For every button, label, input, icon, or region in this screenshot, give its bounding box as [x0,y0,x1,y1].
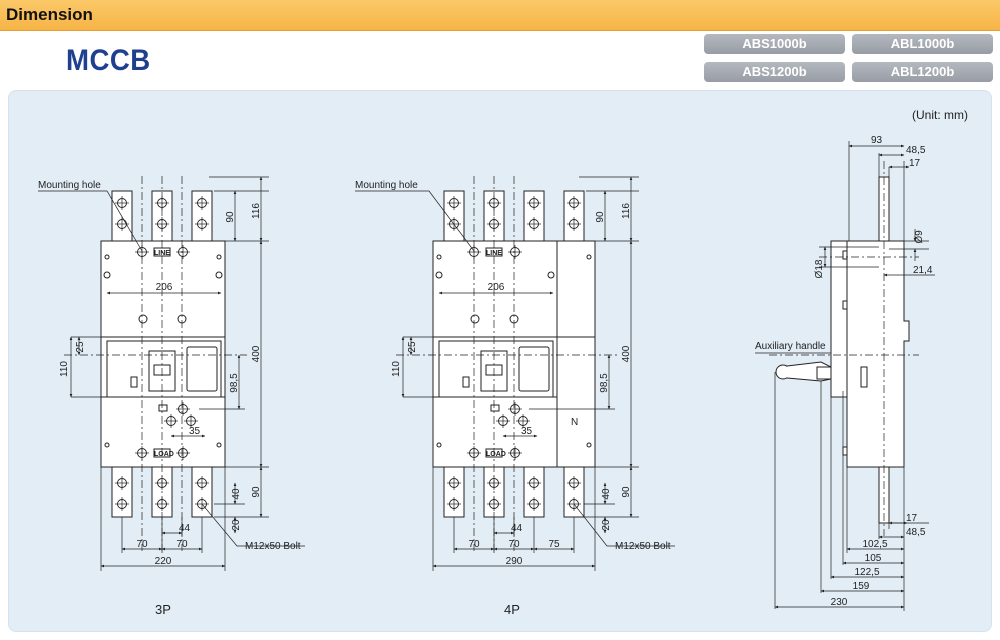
line-label-3p: LINE [154,250,170,257]
bolt-label-3p: M12x50 Bolt [245,541,301,552]
model-button-group: ABS1000b ABL1000b ABS1200b ABL1200b [704,34,994,82]
dim-400-3p: 400 [251,345,262,362]
dim-40-4p: 40 [601,488,612,500]
model-button-abs1000b[interactable]: ABS1000b [704,34,845,54]
dim-116-4p: 116 [621,203,632,219]
model-button-abl1000b[interactable]: ABL1000b [852,34,993,54]
dim-44-4p: 44 [511,523,523,534]
mounting-hole-label-3p: Mounting hole [38,180,101,191]
dim-230-side: 230 [831,597,848,608]
product-title: MCCB [66,44,151,77]
dim-17-bot-side: 17 [906,513,918,524]
dim-25-4p: 25 [407,341,418,353]
view-3p [38,176,305,571]
aux-handle-label: Auxiliary handle [755,341,826,352]
dim-48-5-bot-side: 48,5 [906,527,926,538]
dim-17-top-side: 17 [909,158,921,169]
dim-110-3p: 110 [59,361,70,377]
dim-70b-4p: 70 [508,539,520,550]
dim-21-4-side: 21,4 [913,265,933,276]
dim-206-4p: 206 [488,282,505,293]
dim-90-bot-4p: 90 [621,486,632,498]
dim-75-4p: 75 [548,539,560,550]
dim-400-4p: 400 [621,345,632,362]
model-button-abs1200b[interactable]: ABS1200b [704,62,845,82]
dim-35-3p: 35 [189,426,201,437]
technical-drawing: Mounting hole LINE LOAD 90 116 206 400 2… [38,135,935,617]
dim-206-3p: 206 [156,282,173,293]
dim-44-3p: 44 [179,523,191,534]
side-view [755,141,935,611]
dim-20-3p: 20 [231,519,242,531]
dim-35-4p: 35 [521,426,533,437]
neutral-label-4p: N [571,417,578,428]
dim-290-4p: 290 [506,556,523,567]
dim-dia9-side: Ø9 [914,230,925,244]
dim-110-4p: 110 [391,361,402,377]
bolt-label-4p: M12x50 Bolt [615,541,671,552]
dim-70a-4p: 70 [468,539,480,550]
dim-70a-3p: 70 [136,539,148,550]
section-title: Dimension [6,5,93,24]
dim-122-5-side: 122,5 [854,567,879,578]
label-3p: 3P [155,602,171,617]
dim-102-5-side: 102,5 [862,539,887,550]
dim-48-5-top-side: 48,5 [906,145,926,156]
view-4p [355,176,675,571]
dim-159-side: 159 [853,581,870,592]
dim-220-3p: 220 [155,556,172,567]
dim-20-4p: 20 [601,519,612,531]
load-label-3p: LOAD [154,451,174,458]
dim-98-5-3p: 98,5 [229,373,240,393]
label-4p: 4P [504,602,520,617]
dim-70b-3p: 70 [176,539,188,550]
load-label-4p: LOAD [486,451,506,458]
section-header-bar: Dimension [0,0,1000,31]
dim-dia18-side: Ø18 [814,259,825,278]
dim-25-3p: 25 [75,341,86,353]
dim-40-3p: 40 [231,488,242,500]
dim-116-3p: 116 [251,203,262,219]
model-button-abl1200b[interactable]: ABL1200b [852,62,993,82]
dim-90-top-4p: 90 [595,211,606,223]
dim-105-side: 105 [865,553,882,564]
line-label-4p: LINE [486,250,502,257]
dim-90-bot-3p: 90 [251,486,262,498]
dim-98-5-4p: 98,5 [599,373,610,393]
dim-93-side: 93 [871,135,883,146]
dim-90-top-3p: 90 [225,211,236,223]
mounting-hole-label-4p: Mounting hole [355,180,418,191]
dimension-drawing-panel: (Unit: mm) Mounting hole LINE LOAD 90 11… [8,90,992,632]
